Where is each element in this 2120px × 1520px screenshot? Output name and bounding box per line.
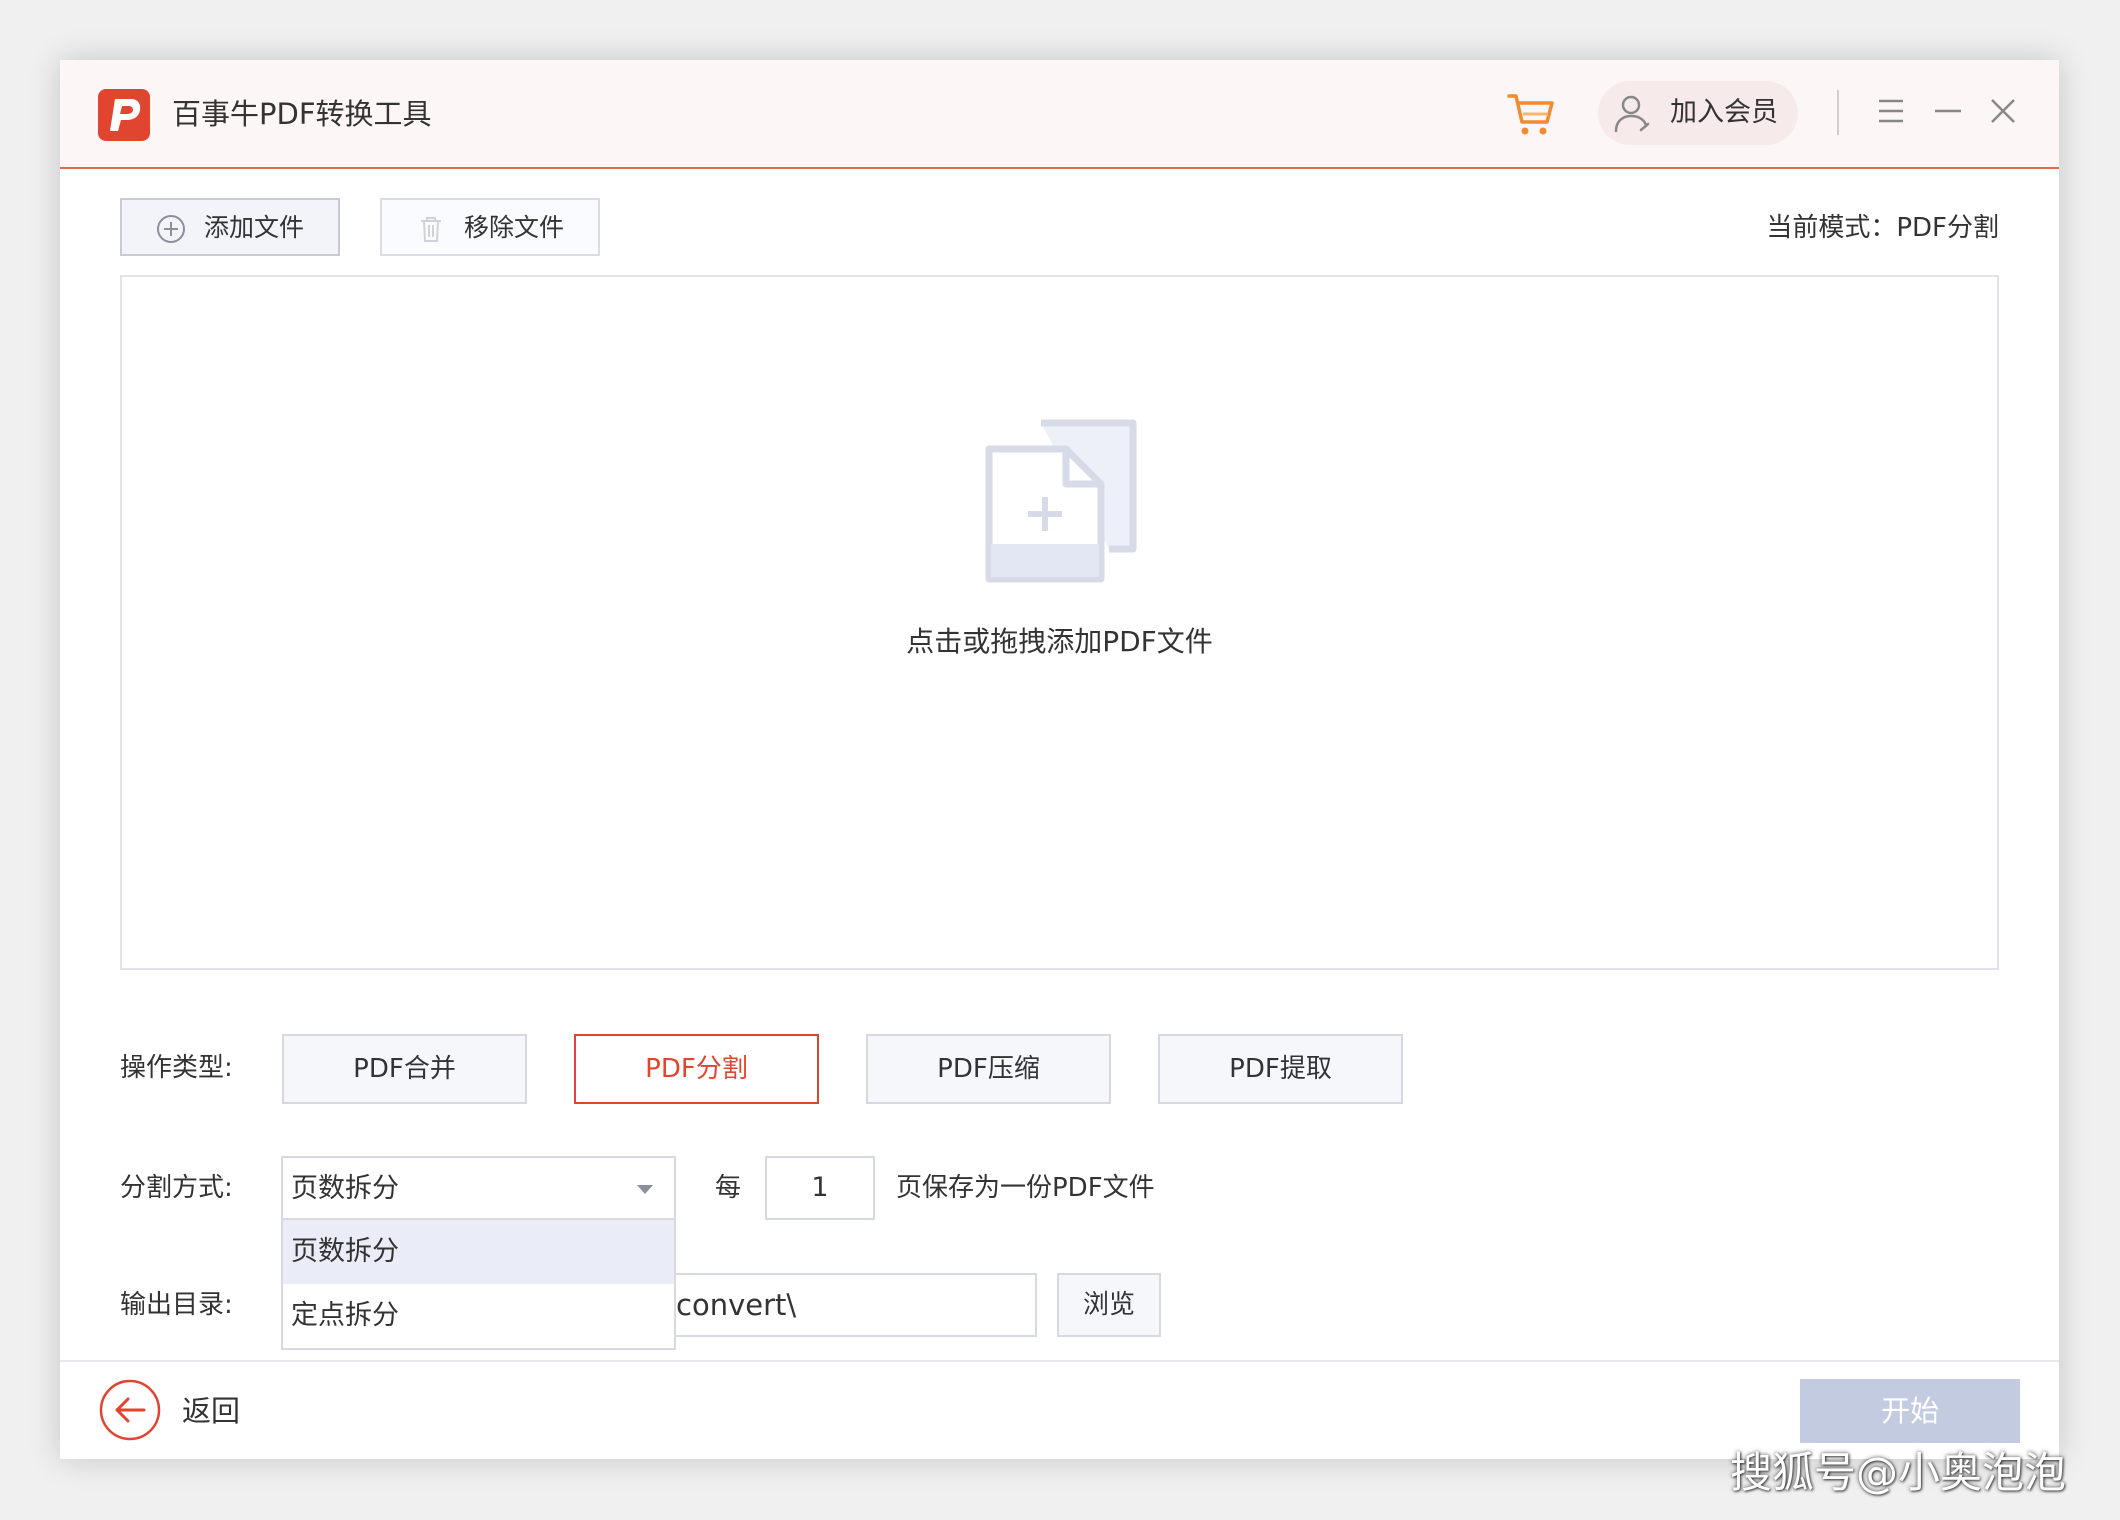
title-bar: 百事牛PDF转换工具 加入会员 (60, 60, 2059, 169)
every-label: 每 (715, 1173, 742, 1203)
output-dir-label: 输出目录: (120, 1290, 233, 1320)
footer-divider (60, 1360, 2059, 1362)
remove-file-button[interactable]: 移除文件 (380, 198, 600, 256)
drop-hint-text: 点击或拖拽添加PDF文件 (906, 625, 1213, 658)
logo-icon (98, 89, 150, 141)
plus-circle-icon (156, 214, 186, 244)
chevron-down-icon (634, 1178, 656, 1200)
page-count-input[interactable]: 1 (765, 1156, 875, 1220)
split-method-value: 页数拆分 (291, 1173, 399, 1204)
back-arrow-icon[interactable] (98, 1378, 162, 1442)
user-icon (1610, 91, 1654, 135)
join-member-label: 加入会员 (1670, 97, 1778, 128)
split-method-dropdown: 页数拆分 定点拆分 (281, 1218, 676, 1350)
split-method-label: 分割方式: (120, 1173, 233, 1203)
watermark-text: 搜狐号@小奥泡泡 (1730, 1448, 2067, 1497)
trash-icon (416, 214, 446, 244)
file-drop-zone[interactable]: 点击或拖拽添加PDF文件 (120, 275, 1999, 970)
save-hint-text: 页保存为一份PDF文件 (896, 1173, 1155, 1203)
operation-type-label: 操作类型: (120, 1053, 233, 1083)
op-compress-button[interactable]: PDF压缩 (866, 1034, 1111, 1104)
add-file-button[interactable]: 添加文件 (120, 198, 340, 256)
current-mode-text: 当前模式：PDF分割 (1766, 213, 1999, 243)
menu-icon[interactable] (1873, 93, 1909, 129)
dropdown-option-point-split[interactable]: 定点拆分 (283, 1284, 674, 1348)
app-title: 百事牛PDF转换工具 (172, 97, 432, 131)
op-merge-button[interactable]: PDF合并 (282, 1034, 527, 1104)
join-member-button[interactable]: 加入会员 (1598, 81, 1798, 145)
title-divider (1837, 90, 1839, 135)
add-file-icon (981, 419, 1141, 589)
cart-icon[interactable] (1505, 88, 1557, 140)
add-file-label: 添加文件 (204, 213, 305, 242)
minimize-icon[interactable] (1930, 93, 1966, 129)
op-extract-button[interactable]: PDF提取 (1158, 1034, 1403, 1104)
back-label[interactable]: 返回 (182, 1391, 240, 1431)
split-method-select[interactable]: 页数拆分 (281, 1156, 676, 1220)
close-icon[interactable] (1985, 93, 2021, 129)
app-window: 百事牛PDF转换工具 加入会员 添加文件 移除文件 当前模式：PDF分割 点击或… (60, 60, 2059, 1459)
browse-button[interactable]: 浏览 (1057, 1273, 1161, 1337)
dropdown-option-page-split[interactable]: 页数拆分 (283, 1220, 674, 1284)
remove-file-label: 移除文件 (464, 213, 565, 242)
op-split-button[interactable]: PDF分割 (574, 1034, 819, 1104)
start-button[interactable]: 开始 (1800, 1379, 2020, 1443)
